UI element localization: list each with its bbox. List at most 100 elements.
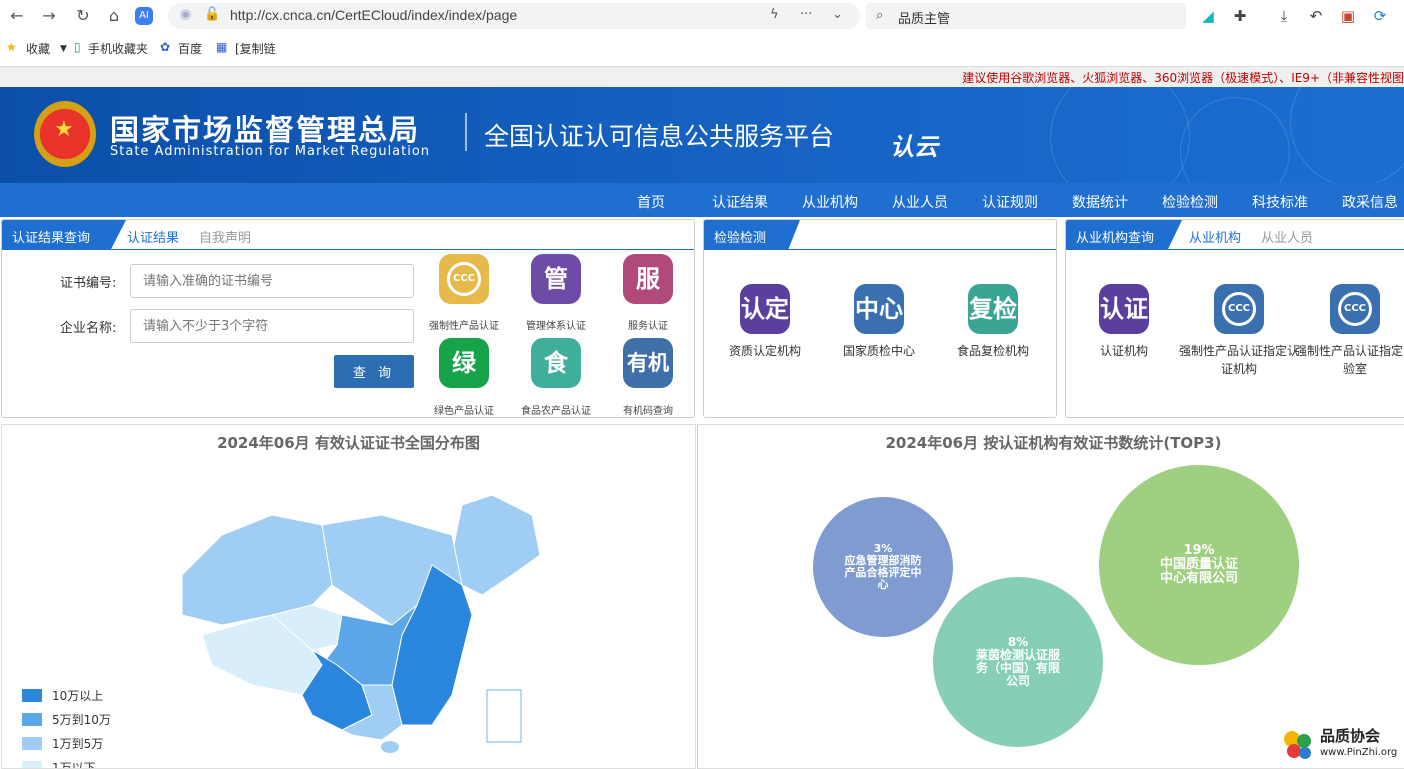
south-sea-inset [486, 689, 522, 743]
browser-notice: 建议使用谷歌浏览器、火狐浏览器、360浏览器（极速模式）、IE9+（非兼容性视图 [0, 67, 1404, 87]
tile-label[interactable]: 强制性产品认证指定实验室 [1295, 342, 1404, 378]
address-bar[interactable]: ◉ 🔓 http://cx.cnca.cn/CertECloud/index/i… [168, 3, 860, 29]
nav-inspection[interactable]: 检验检测 [1162, 192, 1218, 212]
nav-standards[interactable]: 科技标准 [1252, 192, 1308, 212]
nav-institutions[interactable]: 从业机构 [802, 192, 858, 212]
bookmark-favorites[interactable]: 收藏 [26, 40, 50, 57]
qualification-icon[interactable]: 认定 [740, 284, 790, 334]
cert-number-input[interactable] [130, 264, 414, 298]
tile-label[interactable]: 资质认定机构 [705, 342, 825, 360]
tab-self-declaration[interactable]: 自我声明 [199, 227, 251, 246]
insecure-lock-icon[interactable]: 🔓 [204, 7, 220, 22]
search-text[interactable]: 品质主管 [898, 8, 950, 27]
tile-label[interactable]: 食品复检机构 [933, 342, 1053, 360]
tile-label[interactable]: 强制性产品认证指定认证机构 [1179, 342, 1299, 378]
bubble-tuv-rheinland[interactable]: 8% 莱茵检测认证服务（中国）有限公司 [933, 577, 1103, 747]
browser-chrome: ← → ↻ ⌂ AI ◉ 🔓 http://cx.cnca.cn/CertECl… [0, 0, 1404, 67]
back-icon[interactable]: ← [6, 5, 28, 27]
tile-label[interactable]: 认证机构 [1066, 342, 1184, 360]
company-name-input[interactable] [130, 309, 414, 343]
extension-icon[interactable]: ◢ [1197, 5, 1219, 27]
cert-query-panel: 认证结果查询 认证结果 自我声明 证书编号: 企业名称: 查 询 CCC 强制性… [1, 219, 695, 418]
quality-center-icon[interactable]: 中心 [854, 284, 904, 334]
tab-inspection[interactable]: 检验检测 [704, 220, 800, 249]
legend-item[interactable]: 10万以上 [22, 687, 103, 704]
watermark: 品质协会 www.PinZhi.org [1280, 725, 1404, 764]
tab-cert-results[interactable]: 认证结果 [127, 227, 179, 246]
search-box[interactable]: ⌕ 品质主管 [866, 3, 1186, 29]
tab-cert-query[interactable]: 认证结果查询 [2, 220, 126, 249]
nav-procurement[interactable]: 政采信息 [1342, 192, 1398, 212]
ccc-icon[interactable]: CCC [439, 254, 489, 304]
food-cert-icon[interactable]: 食 [531, 338, 581, 388]
cert-body-icon[interactable]: 认证 [1099, 284, 1149, 334]
platform-title: 全国认证认可信息公共服务平台 [484, 122, 835, 151]
company-name-label: 企业名称: [60, 321, 117, 336]
bubble-fire-center[interactable]: 3% 应急管理部消防产品合格评定中心 [813, 497, 953, 637]
bubble-chart-panel: 2024年06月 按认证机构有效证书数统计(TOP3) 3% 应急管理部消防产品合… [697, 424, 1404, 769]
tile-label[interactable]: 强制性产品认证 [416, 317, 512, 332]
inspection-panel: 检验检测 认定 资质认定机构 中心 国家质检中心 复检 食品复检机构 [703, 219, 1057, 418]
tile-label[interactable]: 食品农产品认证 [508, 402, 604, 417]
sync-icon[interactable]: ⟳ [1369, 5, 1391, 27]
query-button[interactable]: 查 询 [334, 355, 414, 388]
puzzle-icon[interactable]: ✚ [1229, 5, 1251, 27]
green-product-icon[interactable]: 绿 [439, 338, 489, 388]
briefcase-icon[interactable]: ▣ [1337, 5, 1359, 27]
tile-label[interactable]: 有机码查询 [600, 402, 694, 417]
site-icon: ◉ [180, 7, 192, 22]
nav-home[interactable]: 首页 [637, 192, 665, 212]
bookmark-baidu[interactable]: 百度 [178, 40, 202, 57]
url-text[interactable]: http://cx.cnca.cn/CertECloud/index/index… [230, 7, 517, 23]
nav-personnel[interactable]: 从业人员 [892, 192, 948, 212]
tab-personnel[interactable]: 从业人员 [1261, 227, 1313, 246]
bubble-cqc[interactable]: 19% 中国质量认证中心有限公司 [1099, 465, 1299, 665]
more-icon[interactable]: ··· [800, 7, 812, 22]
notice-text: 建议使用谷歌浏览器、火狐浏览器、360浏览器（极速模式）、IE9+（非兼容性视图 [962, 71, 1404, 85]
tile-label[interactable]: 国家质检中心 [819, 342, 939, 360]
management-cert-icon[interactable]: 管 [531, 254, 581, 304]
tile-label[interactable]: 服务认证 [600, 317, 694, 332]
header-divider [465, 113, 467, 151]
ccc-icon[interactable]: CCC [1214, 284, 1264, 334]
organic-code-icon[interactable]: 有机 [623, 338, 673, 388]
org-name-cn: 国家市场监督管理总局 [110, 113, 421, 147]
ccc-icon[interactable]: CCC [1330, 284, 1380, 334]
legend-item[interactable]: 1万以下 [22, 759, 96, 768]
tab-institution-query[interactable]: 从业机构查询 [1066, 220, 1182, 249]
nav-rules[interactable]: 认证规则 [982, 192, 1038, 212]
legend-item[interactable]: 5万到10万 [22, 711, 111, 728]
nav-statistics[interactable]: 数据统计 [1072, 192, 1128, 212]
national-emblem-icon: ★ [34, 101, 96, 167]
reload-icon[interactable]: ↻ [72, 5, 94, 27]
legend-swatch [22, 713, 42, 726]
forward-icon[interactable]: → [38, 5, 60, 27]
link-icon: ▦ [216, 40, 228, 54]
decor-circle [1050, 87, 1190, 183]
tab-institutions[interactable]: 从业机构 [1189, 227, 1241, 246]
map-region-northeast [451, 494, 541, 596]
chevron-down-icon[interactable]: ⌄ [832, 7, 843, 22]
undo-icon[interactable]: ↶ [1305, 5, 1327, 27]
service-cert-icon[interactable]: 服 [623, 254, 673, 304]
lightning-icon[interactable]: ϟ [770, 7, 779, 22]
decor-circle [1290, 87, 1404, 183]
bookmark-copy[interactable]: [复制链 [235, 40, 276, 57]
ai-icon[interactable]: AI [135, 7, 153, 25]
map-region-hainan [381, 741, 399, 753]
tile-label[interactable]: 绿色产品认证 [416, 402, 512, 417]
bookmark-mobile[interactable]: 手机收藏夹 [88, 40, 148, 57]
site-banner: ★ 国家市场监督管理总局 State Administration for Ma… [0, 87, 1404, 183]
tile-label[interactable]: 管理体系认证 [508, 317, 604, 332]
download-icon[interactable]: ⤓ [1273, 5, 1295, 27]
legend-item[interactable]: 1万到5万 [22, 735, 103, 752]
home-icon[interactable]: ⌂ [103, 5, 125, 27]
legend-swatch [22, 737, 42, 750]
caret-down-icon[interactable]: ▼ [60, 44, 67, 54]
food-recheck-icon[interactable]: 复检 [968, 284, 1018, 334]
watermark-site: www.PinZhi.org [1320, 747, 1398, 758]
china-map[interactable] [162, 485, 552, 755]
institution-query-panel: 从业机构查询 从业机构 从业人员 认证 认证机构 CCC 强制性产品认证指定认证… [1065, 219, 1404, 418]
nav-cert-results[interactable]: 认证结果 [712, 192, 768, 212]
watermark-name: 品质协会 [1320, 727, 1381, 745]
